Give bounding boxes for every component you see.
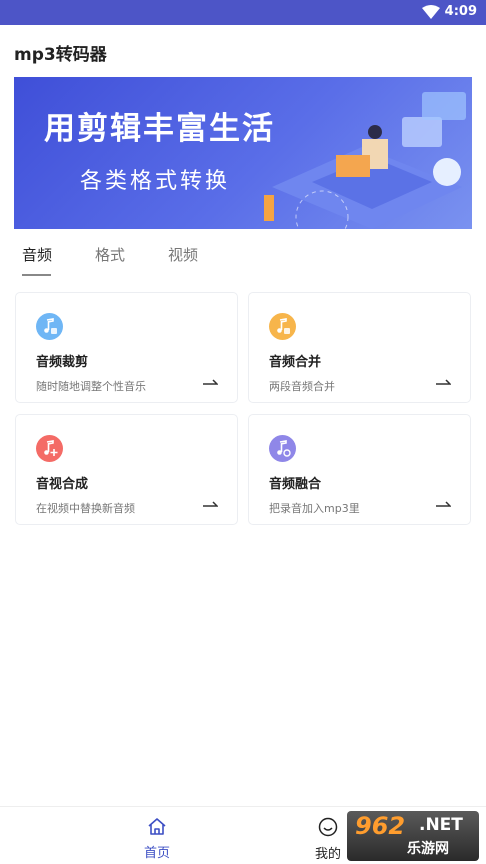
music-mix-icon <box>269 435 296 462</box>
banner-headline: 用剪辑丰富生活 <box>44 111 275 147</box>
card-desc: 在视频中替换新音频 <box>36 502 135 515</box>
arrow-right-icon <box>436 379 451 385</box>
status-bar: 4:09 <box>0 0 486 25</box>
watermark-domain: .NET <box>419 815 463 835</box>
card-audio-mix[interactable]: 音频融合 把录音加入mp3里 <box>248 414 471 525</box>
card-title: 音频融合 <box>269 477 322 492</box>
tab-format[interactable]: 格式 <box>95 244 125 265</box>
nav-home[interactable]: 首页 <box>127 817 187 861</box>
smiley-icon <box>318 817 338 837</box>
clock: 4:09 <box>444 4 477 19</box>
card-desc: 两段音频合并 <box>269 380 335 393</box>
card-title: 音视合成 <box>36 477 89 492</box>
music-merge-icon <box>269 313 296 340</box>
promo-banner[interactable]: 用剪辑丰富生活 各类格式转换 <box>14 77 472 229</box>
active-tab-indicator <box>22 274 51 276</box>
tab-audio[interactable]: 音频 <box>22 244 52 265</box>
watermark-brand: 962 <box>355 812 406 840</box>
nav-home-label: 首页 <box>143 846 170 861</box>
card-title: 音频合并 <box>269 355 322 370</box>
page-title: mp3转码器 <box>14 45 107 65</box>
watermark-name: 乐游网 <box>407 841 449 857</box>
tab-bar: 音频 格式 视频 <box>0 234 486 276</box>
card-title: 音频裁剪 <box>36 355 89 370</box>
wifi-icon <box>422 5 440 19</box>
watermark-logo: 962 .NET 乐游网 <box>347 811 479 861</box>
banner-subline: 各类格式转换 <box>80 169 231 194</box>
arrow-right-icon <box>436 501 451 507</box>
app-bar: mp3转码器 <box>0 25 486 77</box>
arrow-right-icon <box>203 379 218 385</box>
music-scissors-icon <box>36 313 63 340</box>
home-icon <box>148 818 166 835</box>
card-desc: 随时随地调整个性音乐 <box>36 380 146 393</box>
arrow-right-icon <box>203 501 218 507</box>
music-add-icon <box>36 435 63 462</box>
banner-illustration <box>264 92 466 229</box>
card-audio-cut[interactable]: 音频裁剪 随时随地调整个性音乐 <box>15 292 238 403</box>
card-desc: 把录音加入mp3里 <box>269 502 360 515</box>
card-audio-merge[interactable]: 音频合并 两段音频合并 <box>248 292 471 403</box>
tab-video[interactable]: 视频 <box>168 244 198 265</box>
card-audio-video-compose[interactable]: 音视合成 在视频中替换新音频 <box>15 414 238 525</box>
